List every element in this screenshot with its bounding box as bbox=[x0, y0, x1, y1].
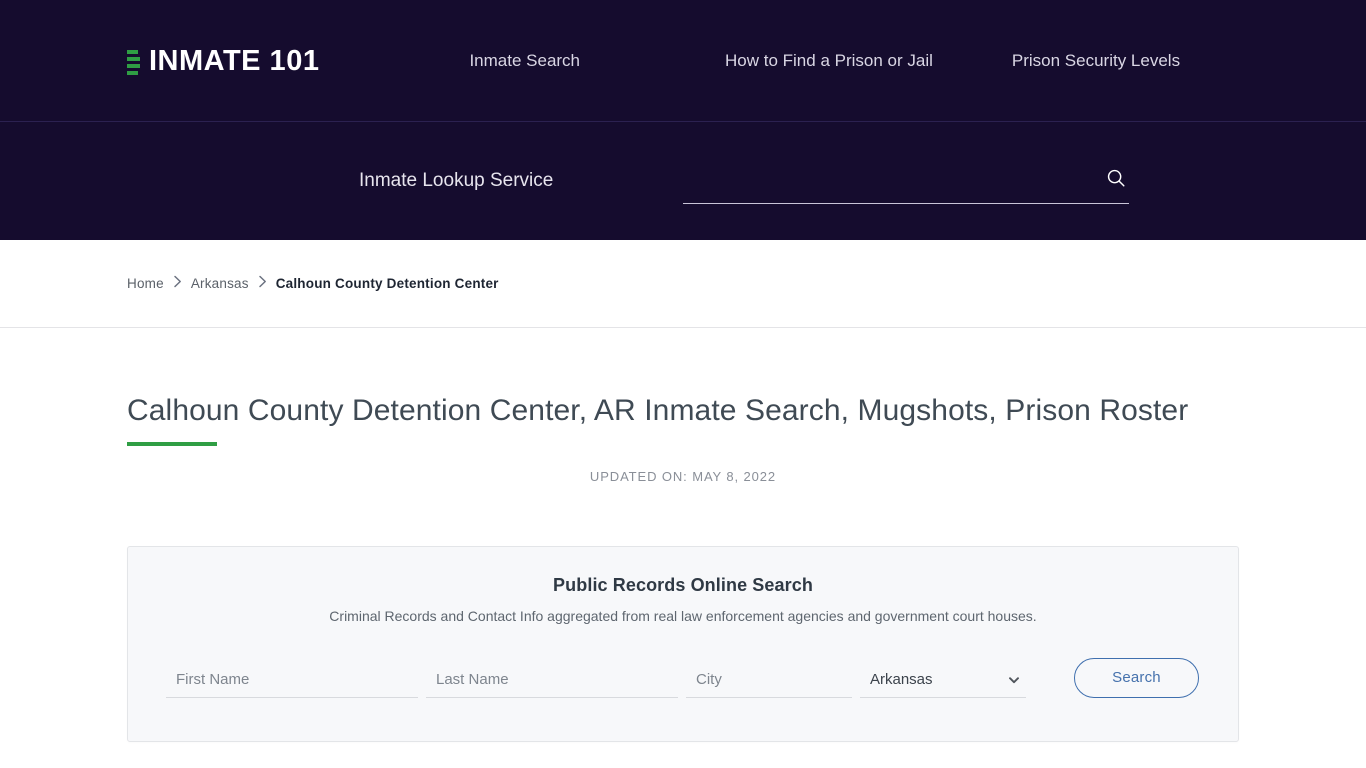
city-input[interactable] bbox=[686, 670, 852, 688]
inmate-lookup-label: Inmate Lookup Service bbox=[359, 170, 554, 191]
site-header: INMATE 101 Inmate Search How to Find a P… bbox=[0, 0, 1366, 122]
first-name-input[interactable] bbox=[166, 670, 418, 688]
breadcrumb-item-arkansas[interactable]: Arkansas bbox=[191, 276, 249, 291]
main-content: Calhoun County Detention Center, AR Inma… bbox=[0, 328, 1366, 742]
inmate-lookup-bar: Inmate Lookup Service bbox=[0, 122, 1366, 240]
inmate-search-input[interactable] bbox=[683, 158, 1103, 203]
bars-logo-icon bbox=[127, 48, 140, 75]
search-icon[interactable] bbox=[1103, 165, 1129, 191]
public-records-subheading: Criminal Records and Contact Info aggreg… bbox=[329, 607, 1037, 624]
public-records-heading: Public Records Online Search bbox=[553, 574, 813, 595]
nav-item-inmate-search[interactable]: Inmate Search bbox=[469, 51, 580, 71]
breadcrumb: Home Arkansas Calhoun County Detention C… bbox=[0, 240, 1366, 328]
public-records-form: Arkansas Search bbox=[166, 657, 1200, 698]
updated-on-text: UPDATED ON: MAY 8, 2022 bbox=[589, 468, 777, 484]
nav-item-prison-security-levels[interactable]: Prison Security Levels bbox=[1012, 51, 1180, 71]
state-select[interactable]: Arkansas bbox=[860, 670, 1026, 688]
breadcrumb-item-home[interactable]: Home bbox=[127, 276, 164, 291]
page-title: Calhoun County Detention Center, AR Inma… bbox=[127, 392, 1188, 446]
public-records-search-card: Public Records Online Search Criminal Re… bbox=[127, 545, 1239, 742]
primary-navigation: Inmate Search How to Find a Prison or Ja… bbox=[469, 51, 1180, 71]
city-field[interactable] bbox=[686, 662, 852, 698]
inmate-search-field[interactable] bbox=[683, 158, 1129, 204]
first-name-field[interactable] bbox=[166, 662, 418, 698]
search-button[interactable]: Search bbox=[1074, 657, 1199, 698]
breadcrumb-chevron-right-icon-2 bbox=[258, 275, 267, 291]
logo-text: INMATE 101 bbox=[149, 44, 320, 77]
site-logo[interactable]: INMATE 101 bbox=[127, 45, 319, 78]
breadcrumb-chevron-right-icon bbox=[173, 275, 182, 291]
breadcrumb-item-current: Calhoun County Detention Center bbox=[275, 276, 499, 291]
last-name-input[interactable] bbox=[426, 670, 678, 688]
state-field[interactable]: Arkansas bbox=[860, 662, 1026, 698]
nav-item-how-to-find-a-prison-or-jail[interactable]: How to Find a Prison or Jail bbox=[725, 51, 933, 71]
last-name-field[interactable] bbox=[426, 662, 678, 698]
